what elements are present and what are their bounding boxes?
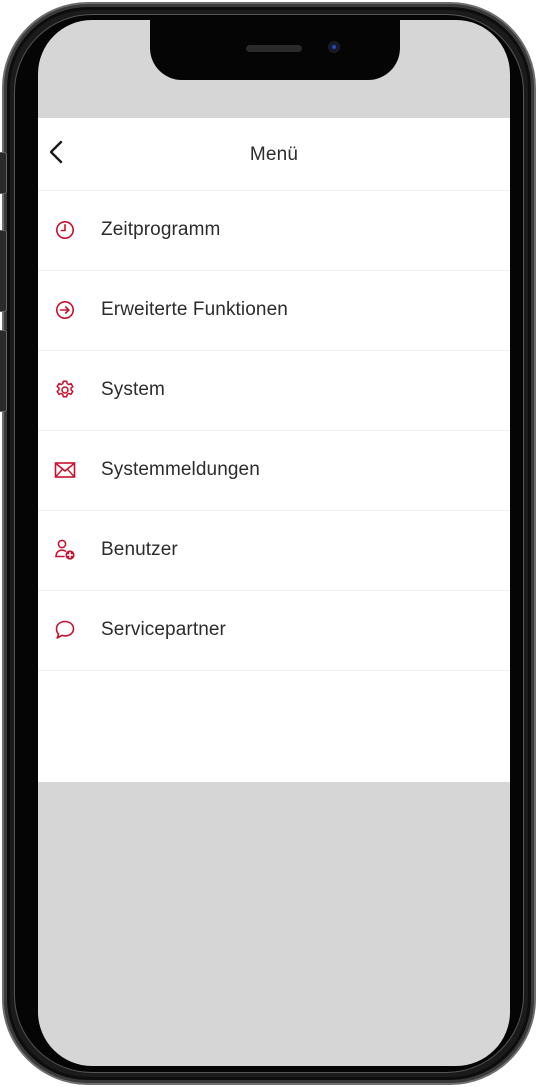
front-camera <box>328 41 340 53</box>
volume-down-button <box>0 330 7 412</box>
menu-item-label: Servicepartner <box>101 619 226 640</box>
menu-screen: Menü Zeitprogramm Erweiterte Funktionen … <box>38 118 510 782</box>
menu-item-label: Zeitprogramm <box>101 219 221 240</box>
page-title: Menü <box>249 144 299 165</box>
menu-list: Zeitprogramm Erweiterte Funktionen Syste… <box>38 191 510 671</box>
menu-item-benutzer[interactable]: Benutzer <box>38 511 510 591</box>
menu-item-systemmeldungen[interactable]: Systemmeldungen <box>38 431 510 511</box>
menu-item-zeitprogramm[interactable]: Zeitprogramm <box>38 191 510 271</box>
envelope-icon <box>54 459 76 481</box>
menu-item-label: Erweiterte Funktionen <box>101 299 288 320</box>
navigation-bar: Menü <box>38 118 510 191</box>
chat-bubble-icon <box>54 619 76 641</box>
page: Menü Zeitprogramm Erweiterte Funktionen … <box>0 0 538 1087</box>
speaker-grille <box>246 45 302 52</box>
menu-item-label: System <box>101 379 165 400</box>
notch <box>150 20 400 80</box>
volume-up-button <box>0 230 7 312</box>
silent-switch <box>0 152 7 194</box>
gear-icon <box>54 379 76 401</box>
arrow-circle-right-icon <box>54 299 76 321</box>
menu-item-label: Benutzer <box>101 539 178 560</box>
menu-item-label: Systemmeldungen <box>101 459 260 480</box>
menu-item-erweiterte-funktionen[interactable]: Erweiterte Funktionen <box>38 271 510 351</box>
menu-item-servicepartner[interactable]: Servicepartner <box>38 591 510 671</box>
user-add-icon <box>54 539 76 561</box>
phone-screen: Menü Zeitprogramm Erweiterte Funktionen … <box>38 20 510 1066</box>
clock-icon <box>54 219 76 241</box>
menu-item-system[interactable]: System <box>38 351 510 431</box>
